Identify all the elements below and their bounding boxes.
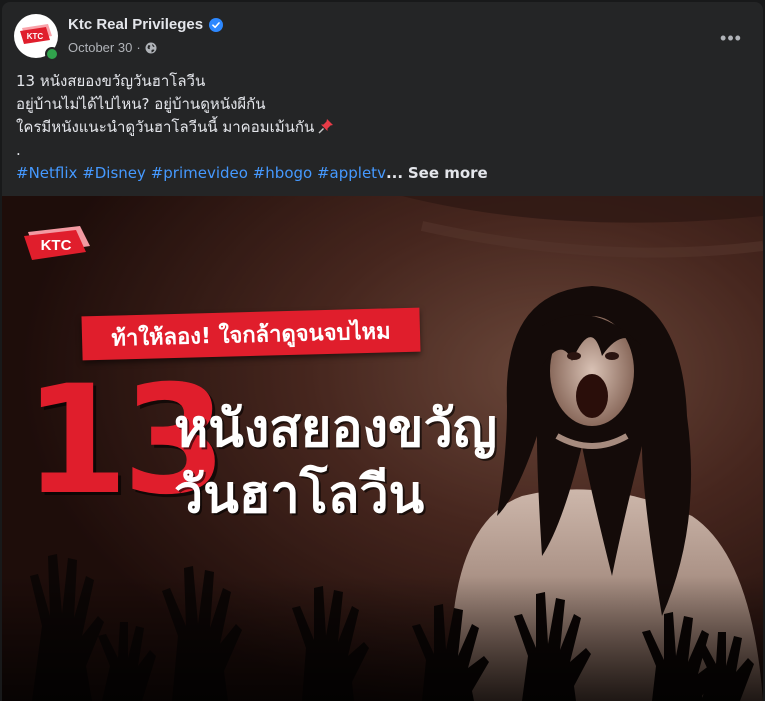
more-options-button[interactable]: •••: [713, 20, 749, 56]
page-name-row: Ktc Real Privileges: [68, 16, 224, 33]
globe-icon[interactable]: [145, 42, 157, 54]
hashtag-hbogo[interactable]: #hbogo: [253, 164, 312, 182]
caption-line-3: ใครมีหนังแนะนำดูวันฮาโลวีนนี้ มาคอมเม้นก…: [16, 118, 315, 136]
verified-badge-icon: [209, 17, 224, 32]
caption-line-1: 13 หนังสยองขวัญวันฮาโลวีน: [16, 72, 206, 90]
ktc-brand-logo-icon: KTC: [24, 226, 90, 260]
post-timestamp[interactable]: October 30: [68, 40, 132, 55]
caption-line-4: .: [16, 141, 21, 159]
hashtag-netflix[interactable]: #Netflix: [16, 164, 77, 182]
ktc-logo-icon: KTC: [20, 24, 52, 44]
caption-ellipsis: ...: [385, 164, 404, 182]
caption-line-3-row: ใครมีหนังแนะนำดูวันฮาโลวีนนี้ มาคอมเม้นก…: [16, 116, 756, 139]
hashtag-primevideo[interactable]: #primevideo: [151, 164, 248, 182]
image-title-line-2: วันฮาโลวีน: [174, 465, 425, 525]
see-more-button[interactable]: See more: [408, 164, 488, 182]
page-name-link[interactable]: Ktc Real Privileges: [68, 16, 203, 33]
hashtag-row: #Netflix #Disney #primevideo #hbogo #app…: [16, 162, 756, 185]
pushpin-icon: [318, 119, 334, 134]
online-status-indicator: [45, 47, 59, 61]
post-header: KTC Ktc Real Privileges October 30 · •••: [2, 2, 763, 68]
image-logo-text: KTC: [41, 237, 72, 254]
more-options-icon: •••: [720, 27, 742, 48]
hashtag-appletv[interactable]: #appletv: [317, 164, 386, 182]
post-image[interactable]: KTC ท้าให้ลอง! ใจกล้าดูจนจบไหม 13 หนังสย…: [2, 196, 763, 701]
avatar-logo-text: KTC: [27, 32, 44, 41]
image-banner: ท้าให้ลอง! ใจกล้าดูจนจบไหม: [81, 307, 421, 361]
meta-separator: ·: [136, 40, 141, 55]
post-meta: October 30 ·: [68, 40, 157, 55]
image-title: หนังสยองขวัญ วันฮาโลวีน: [174, 396, 497, 528]
caption-line-2: อยู่บ้านไม่ได้ไปไหน? อยู่บ้านดูหนังผีกัน: [16, 95, 266, 113]
hashtag-disney[interactable]: #Disney: [82, 164, 146, 182]
image-title-line-1: หนังสยองขวัญ: [174, 399, 498, 459]
post-caption: 13 หนังสยองขวัญวันฮาโลวีน อยู่บ้านไม่ได้…: [16, 70, 756, 185]
feed-post: KTC Ktc Real Privileges October 30 · •••…: [2, 2, 763, 701]
